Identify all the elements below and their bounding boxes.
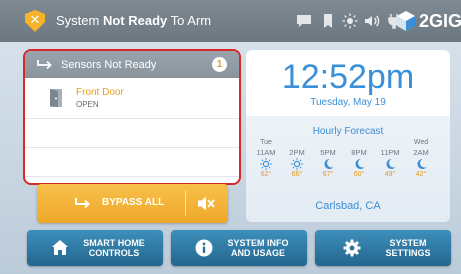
forecast-time: 5PM xyxy=(320,148,336,157)
forecast-title: Hourly Forecast xyxy=(312,126,384,137)
button-label-line1: SMART HOME xyxy=(83,238,145,248)
arm-status-text: System Not Ready To Arm xyxy=(56,13,211,28)
forecast-hour: Tue 11AM 62° xyxy=(253,139,279,178)
message-icon[interactable] xyxy=(296,13,312,29)
forecast-time: 2AM xyxy=(413,148,429,157)
bypass-arrow-icon xyxy=(37,60,52,70)
forecast-day: Tue xyxy=(260,139,272,146)
forecast-day xyxy=(284,139,310,148)
forecast-hour: Wed 2AM 42° xyxy=(408,139,434,178)
status-bold: Not Ready xyxy=(102,13,168,28)
gear-icon xyxy=(343,239,361,257)
moon-icon xyxy=(386,159,396,169)
forecast-day xyxy=(315,139,341,148)
forecast-temp: 66° xyxy=(291,171,303,178)
divider xyxy=(185,191,186,216)
forecast-time: 11AM xyxy=(256,148,276,157)
cube-icon xyxy=(397,11,415,31)
status-bar: ✕ System Not Ready To Arm 2GIG xyxy=(0,0,461,42)
sensors-not-ready-panel[interactable]: Sensors Not Ready 1 Front Door OPEN xyxy=(23,49,241,185)
sensor-name: Front Door xyxy=(76,87,124,98)
forecast-day xyxy=(346,139,372,148)
moon-icon xyxy=(417,159,427,169)
logo-text: 2GIG xyxy=(419,10,461,31)
sensors-panel-header[interactable]: Sensors Not Ready 1 xyxy=(25,51,239,78)
empty-list-row xyxy=(25,148,239,177)
security-panel-screen: ✕ System Not Ready To Arm 2GIG Sensors N… xyxy=(0,0,461,274)
sensors-panel-title: Sensors Not Ready xyxy=(61,59,157,71)
hourly-forecast[interactable]: Hourly Forecast Tue 11AM 62° 2PM 66° 5PM… xyxy=(246,116,450,222)
system-settings-button[interactable]: SYSTEM SETTINGS xyxy=(315,230,451,266)
forecast-hour: 11PM 49° xyxy=(377,139,403,178)
forecast-temp: 60° xyxy=(353,171,365,178)
brand-logo: 2GIG xyxy=(396,10,461,32)
forecast-time: 8PM xyxy=(351,148,367,157)
door-icon xyxy=(50,89,62,107)
clock-weather-card[interactable]: 12:52pm Tuesday, May 19 Hourly Forecast … xyxy=(246,50,450,222)
bypass-all-label: BYPASS ALL xyxy=(102,197,165,208)
forecast-time: 11PM xyxy=(380,148,400,157)
empty-list-row xyxy=(25,119,239,148)
sensor-item-front-door[interactable]: Front Door OPEN xyxy=(25,78,239,119)
forecast-temp: 62° xyxy=(260,171,272,178)
sensor-state: OPEN xyxy=(76,100,99,109)
forecast-location: Carlsbad, CA xyxy=(315,200,381,212)
clock-time: 12:52pm xyxy=(281,58,415,96)
sensor-count-badge: 1 xyxy=(212,57,227,72)
forecast-hour: 5PM 67° xyxy=(315,139,341,178)
forecast-day xyxy=(377,139,403,148)
warning-shield-icon[interactable]: ✕ xyxy=(25,10,45,32)
brightness-icon[interactable] xyxy=(342,13,358,29)
volume-icon[interactable] xyxy=(364,13,380,29)
forecast-temp: 49° xyxy=(384,171,396,178)
forecast-day: Wed xyxy=(413,139,429,146)
button-label-line2: SETTINGS xyxy=(385,248,431,258)
button-label-line2: AND USAGE xyxy=(230,248,285,258)
button-label-line1: SYSTEM INFO xyxy=(227,238,289,248)
sun-icon xyxy=(291,158,303,170)
bookmark-icon[interactable] xyxy=(320,13,336,29)
sun-icon xyxy=(260,158,272,170)
forecast-temp: 67° xyxy=(322,171,334,178)
forecast-hour: 8PM 60° xyxy=(346,139,372,178)
button-label-line2: CONTROLS xyxy=(88,248,140,258)
button-label-line1: SYSTEM xyxy=(389,238,427,248)
bypass-all-button[interactable]: BYPASS ALL xyxy=(37,184,228,223)
moon-icon xyxy=(355,159,365,169)
system-info-button[interactable]: SYSTEM INFO AND USAGE xyxy=(171,230,307,266)
mute-icon[interactable] xyxy=(197,195,215,212)
status-suffix: To Arm xyxy=(170,13,212,28)
forecast-temp: 42° xyxy=(415,171,427,178)
info-icon xyxy=(195,239,213,257)
clock-date: Tuesday, May 19 xyxy=(310,97,386,108)
forecast-time: 2PM xyxy=(289,148,305,157)
bypass-arrow-icon xyxy=(75,198,90,209)
home-icon xyxy=(52,240,68,255)
smart-home-controls-button[interactable]: SMART HOME CONTROLS xyxy=(27,230,163,266)
status-prefix: System xyxy=(56,13,100,28)
forecast-hour: 2PM 66° xyxy=(284,139,310,178)
moon-icon xyxy=(324,159,334,169)
